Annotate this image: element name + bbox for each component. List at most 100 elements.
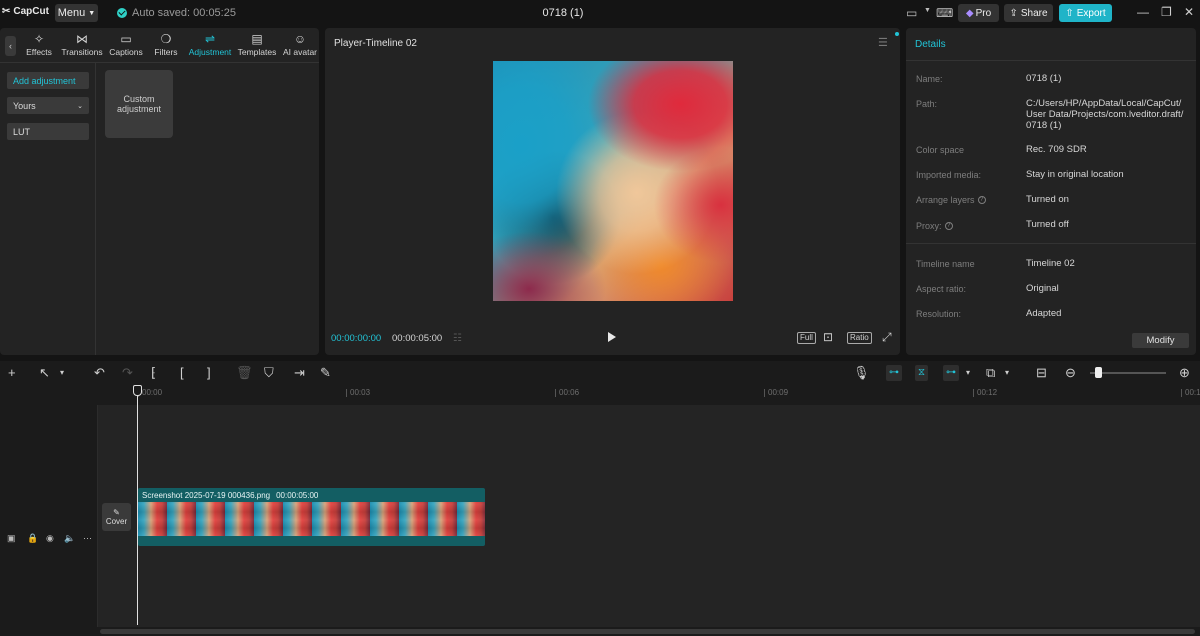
details-label-arrange-layers: Arrange layers ?	[916, 195, 986, 205]
details-value-path: C:/Users/HP/AppData/Local/CapCut/ User D…	[1026, 98, 1184, 131]
details-value-resolution: Adapted	[1026, 308, 1062, 319]
adjustment-icon: ⇌	[204, 32, 216, 46]
app-logo: ✂ CapCut	[2, 6, 49, 17]
zoom-out-icon[interactable]: ⊖	[1065, 365, 1076, 381]
modify-button[interactable]: Modify	[1132, 333, 1189, 348]
redo-icon[interactable]: ↷	[122, 365, 133, 381]
tab-transitions[interactable]: ⋈ Transitions	[60, 32, 104, 60]
delete-left-icon[interactable]: [	[180, 365, 184, 381]
share-icon: ⇪	[1009, 7, 1018, 19]
time-ruler[interactable]: 00:00 00:03 00:06 00:09 00:12 00:15	[98, 385, 1200, 405]
tab-filters[interactable]: ❍ Filters	[151, 32, 181, 60]
export-icon: ⇧	[1065, 7, 1074, 19]
back-button[interactable]: ‹	[5, 36, 16, 56]
chevron-down-icon[interactable]: ▼	[924, 7, 931, 14]
details-panel: Details Name: 0718 (1) Path: C:/Users/HP…	[906, 28, 1196, 355]
undo-icon[interactable]: ↶	[94, 365, 105, 381]
keyboard-icon[interactable]: ⌨	[936, 6, 953, 20]
trash-icon[interactable]: 🗑	[236, 365, 253, 381]
details-label-imported-media: Imported media:	[916, 170, 982, 180]
freeze-frame-icon[interactable]: ⇥	[294, 365, 305, 381]
lut-button[interactable]: LUT	[7, 123, 89, 140]
zoom-in-icon[interactable]: ⊕	[1179, 365, 1190, 381]
ratio-button[interactable]: Ratio	[847, 332, 872, 344]
split-icon[interactable]: ⁅	[151, 365, 156, 381]
capcut-logo-icon: ✂	[2, 6, 11, 17]
chevron-down-icon[interactable]: ▾	[60, 365, 64, 381]
caption-track-icon[interactable]: ⊟	[1036, 365, 1047, 381]
tab-effects[interactable]: ✧ Effects	[24, 32, 54, 60]
details-divider	[906, 60, 1196, 61]
cover-button[interactable]: ✎ Cover	[102, 503, 131, 531]
details-value-color-space: Rec. 709 SDR	[1026, 144, 1087, 155]
details-value-timeline-name: Timeline 02	[1026, 258, 1075, 269]
minimize-icon[interactable]: —	[1137, 5, 1149, 19]
info-icon[interactable]: ?	[977, 196, 986, 204]
speaker-icon[interactable]: 🔈	[64, 533, 75, 544]
timeline-toolbar: + ↖ ▾ ↶ ↷ ⁅ [ ] 🗑 ⛉ ⇥ ✎ 🎙 ⊶ ⧖ ⊶ ▾ ⧉ ▾ ⊟ …	[0, 361, 1200, 385]
draw-icon[interactable]: ✎	[320, 365, 331, 381]
details-label-proxy: Proxy: ?	[916, 221, 953, 231]
more-icon[interactable]: ⋯	[83, 533, 92, 544]
custom-adjustment-card[interactable]: Custom adjustment	[105, 70, 173, 138]
details-value-arrange-layers: Turned on	[1026, 194, 1069, 205]
templates-icon: ▤	[251, 32, 263, 46]
yours-dropdown[interactable]: Yours ⌄	[7, 97, 89, 114]
details-value-name: 0718 (1)	[1026, 73, 1062, 84]
horizontal-scrollbar[interactable]	[100, 629, 1195, 634]
restore-icon[interactable]: ❐	[1161, 5, 1172, 19]
eye-icon[interactable]: ◉	[46, 533, 54, 544]
tab-adjustment[interactable]: ⇌ Adjustment	[186, 32, 234, 60]
tab-ai-avatar[interactable]: ☺ AI avatar	[281, 32, 319, 60]
timecode-grid-icon[interactable]: ☷	[453, 333, 462, 344]
crop-icon[interactable]: ⊡	[823, 330, 833, 344]
timeline-panel: 00:00 00:03 00:06 00:09 00:12 00:15 ▣ 🔒 …	[0, 385, 1200, 636]
chevron-down-icon[interactable]: ▾	[1005, 365, 1009, 381]
add-track-icon[interactable]: +	[8, 365, 16, 381]
chevron-down-icon[interactable]: ▾	[966, 365, 970, 381]
hamburger-menu-icon[interactable]: ☰	[878, 36, 888, 49]
close-icon[interactable]: ✕	[1184, 5, 1194, 19]
marker-icon[interactable]: ⛉	[264, 365, 274, 381]
filters-icon: ❍	[160, 32, 172, 46]
details-label-path: Path:	[916, 99, 938, 109]
playhead[interactable]	[137, 385, 138, 625]
zoom-slider-handle[interactable]	[1095, 367, 1102, 378]
details-value-proxy: Turned off	[1026, 219, 1069, 230]
menu-button[interactable]: Menu ▼	[55, 4, 98, 22]
linkage-icon[interactable]: ⊶	[943, 365, 959, 381]
pro-button[interactable]: ◆ Pro	[958, 4, 999, 22]
microphone-icon[interactable]: 🎙	[853, 365, 870, 381]
export-button[interactable]: ⇧ Export	[1059, 4, 1112, 22]
video-clip[interactable]: Screenshot 2025-07-19 000436.png 00:00:0…	[138, 488, 485, 546]
player-title: Player-Timeline 02	[334, 38, 417, 49]
lock-icon[interactable]: 🔒	[27, 533, 38, 544]
video-preview[interactable]	[493, 61, 733, 301]
share-button[interactable]: ⇪ Share	[1004, 4, 1053, 22]
info-icon[interactable]: ?	[944, 222, 953, 230]
details-label-timeline-name: Timeline name	[916, 259, 975, 269]
ai-avatar-icon: ☺	[293, 32, 307, 46]
details-value-imported-media: Stay in original location	[1026, 169, 1124, 180]
select-cursor-icon[interactable]: ↖	[39, 365, 50, 381]
sidebar-divider	[95, 63, 96, 355]
ruler-tick: 00:15	[1181, 389, 1200, 397]
clip-header: Screenshot 2025-07-19 000436.png 00:00:0…	[142, 491, 318, 500]
playhead-handle[interactable]	[133, 385, 142, 396]
full-button[interactable]: Full	[797, 332, 816, 344]
clip-name: Screenshot 2025-07-19 000436.png	[142, 491, 271, 500]
play-icon[interactable]	[608, 332, 616, 342]
fullscreen-icon[interactable]: ⤢	[882, 330, 892, 345]
preview-axis-icon[interactable]: ⧉	[986, 365, 995, 381]
details-label-color-space: Color space	[916, 145, 965, 155]
layout-icon[interactable]: ▭	[906, 6, 917, 20]
ruler-tick: 00:03	[346, 389, 370, 397]
delete-right-icon[interactable]: ]	[207, 365, 211, 381]
tab-templates[interactable]: ▤ Templates	[236, 32, 278, 60]
add-adjustment-button[interactable]: Add adjustment	[7, 72, 89, 89]
auto-snap-icon[interactable]: ⧖	[915, 365, 929, 381]
tab-captions[interactable]: ▭ Captions	[107, 32, 145, 60]
main-track-magnet-icon[interactable]: ⊶	[886, 365, 902, 381]
total-time: 00:00:05:00	[392, 333, 443, 344]
ruler-tick: 00:09	[764, 389, 788, 397]
